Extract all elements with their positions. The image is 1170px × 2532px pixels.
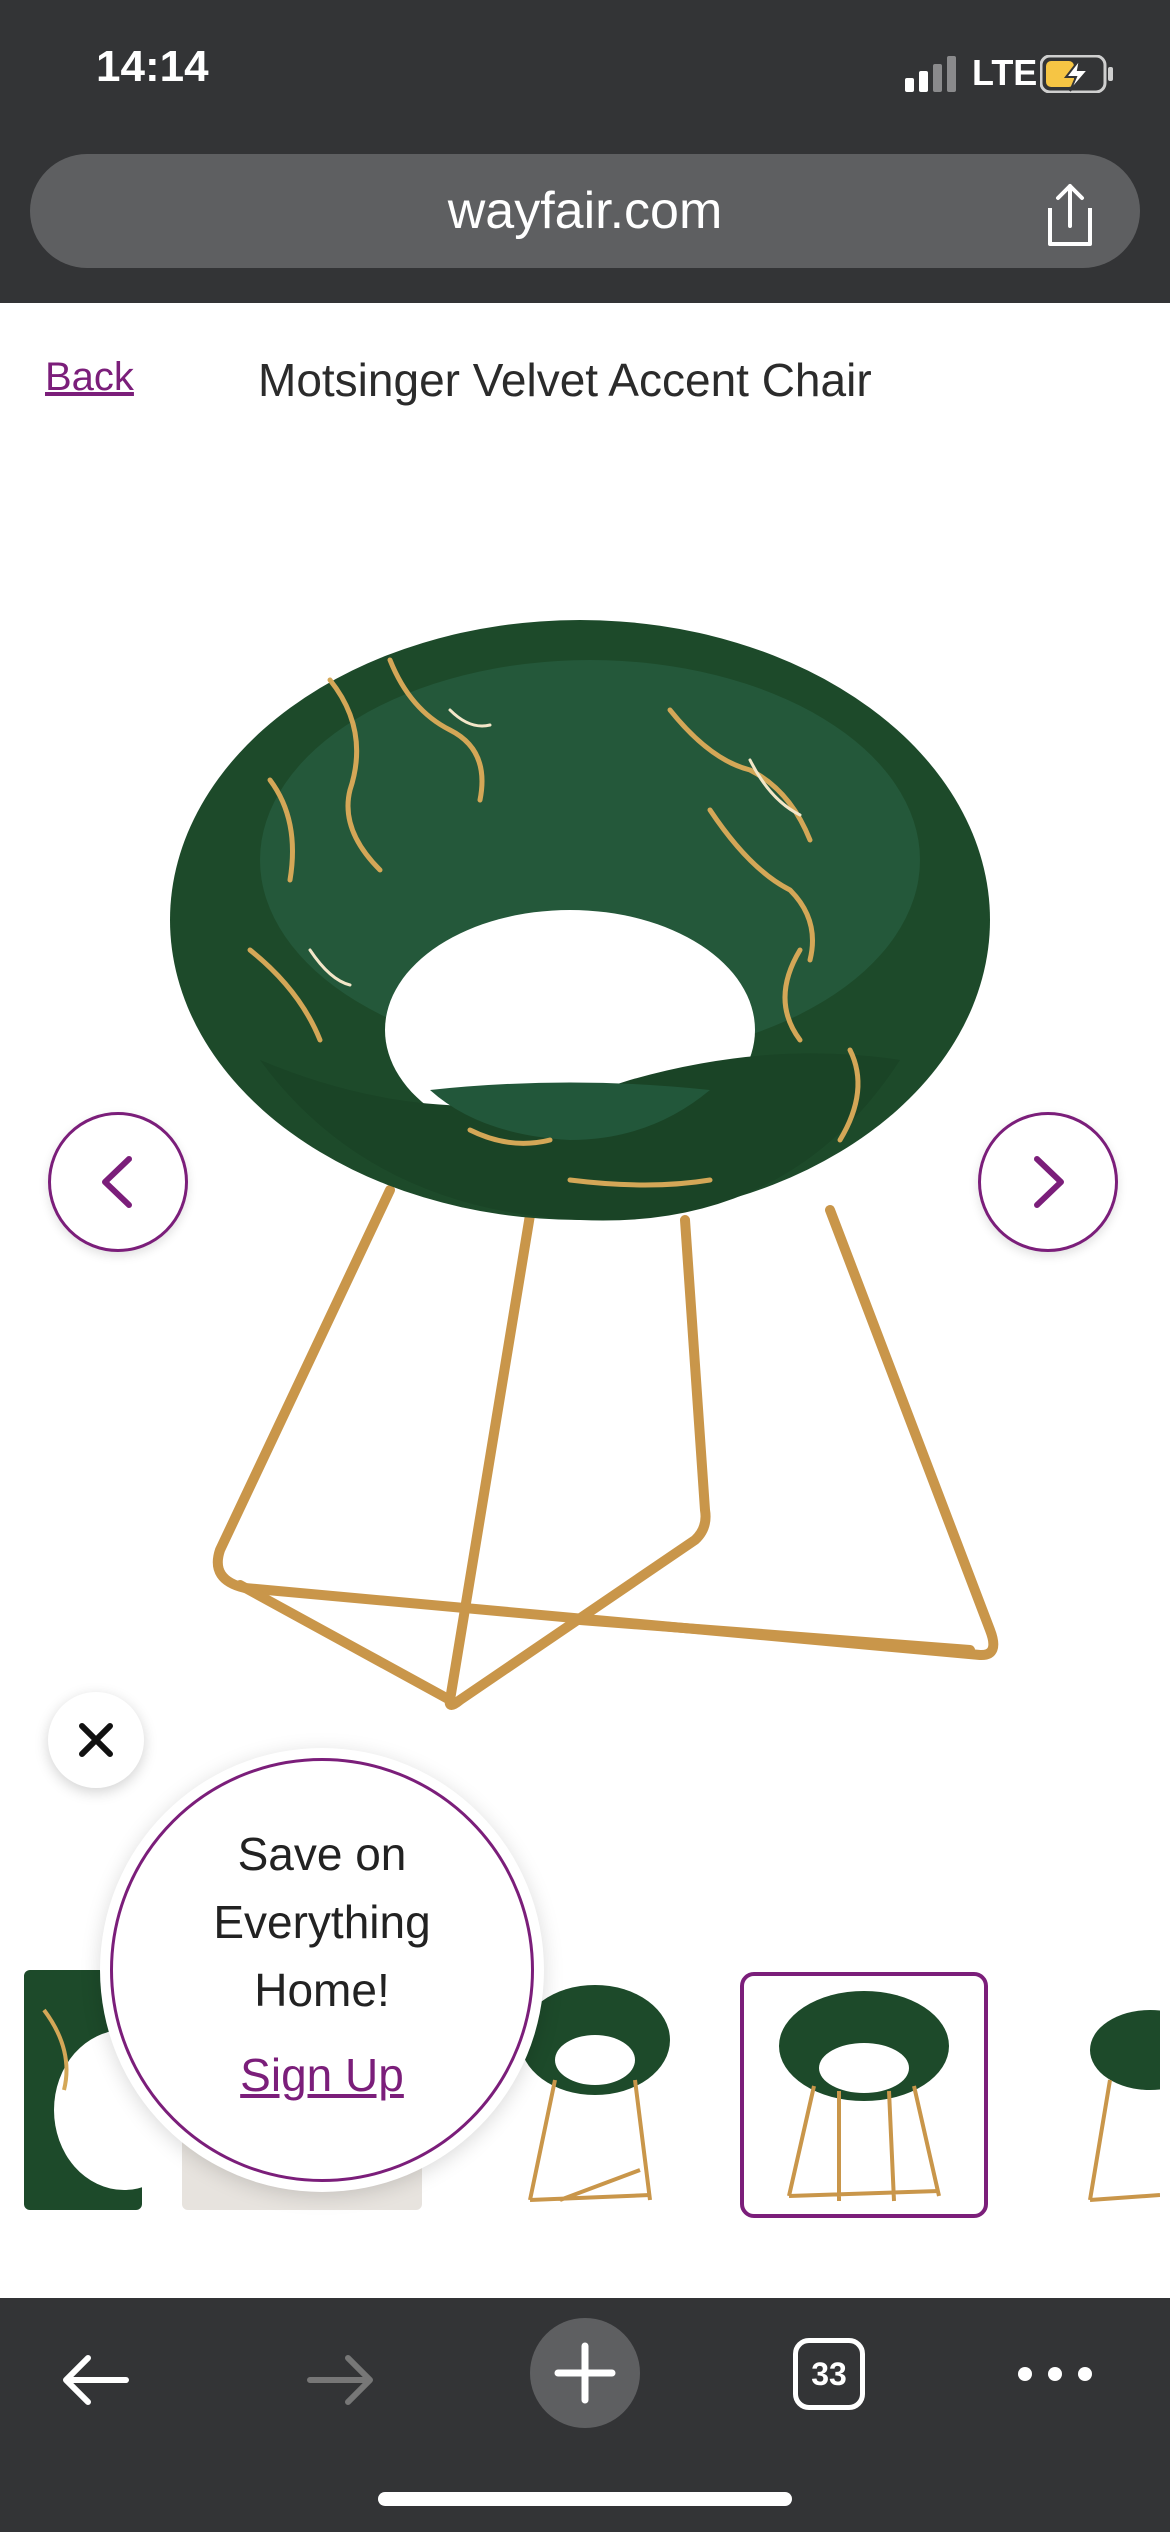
thumbnail-selected[interactable] bbox=[740, 1972, 988, 2218]
sign-up-link[interactable]: Sign Up bbox=[100, 2048, 544, 2102]
previous-image-button[interactable] bbox=[48, 1112, 188, 1252]
back-link[interactable]: Back bbox=[45, 355, 134, 400]
home-indicator bbox=[378, 2492, 792, 2506]
chevron-left-icon bbox=[102, 1156, 132, 1208]
more-icon[interactable] bbox=[1010, 2354, 1100, 2394]
tabs-button[interactable]: 33 bbox=[793, 2338, 865, 2410]
promo-line: Home! bbox=[254, 1964, 390, 2016]
status-time: 14:14 bbox=[96, 42, 209, 91]
tabs-count: 33 bbox=[811, 2356, 847, 2392]
share-icon[interactable] bbox=[1040, 180, 1100, 250]
chevron-right-icon bbox=[1034, 1156, 1064, 1208]
promo-line: Save on bbox=[237, 1828, 407, 1880]
signup-promo: Save on Everything Home! Sign Up bbox=[100, 1748, 544, 2192]
network-label: LTE bbox=[972, 52, 1038, 93]
page-header: Back Motsinger Velvet Accent Chair bbox=[0, 303, 1170, 453]
back-arrow-icon[interactable] bbox=[56, 2340, 136, 2420]
promo-line: Everything bbox=[213, 1896, 431, 1948]
close-promo-button[interactable] bbox=[48, 1692, 144, 1788]
status-bar: 14:14 LTE bbox=[0, 0, 1170, 150]
thumbnail[interactable] bbox=[1070, 1970, 1170, 2210]
address-bar[interactable]: wayfair.com bbox=[30, 154, 1140, 268]
next-image-button[interactable] bbox=[978, 1112, 1118, 1252]
new-tab-button[interactable] bbox=[530, 2318, 640, 2428]
url-text: wayfair.com bbox=[447, 182, 723, 240]
promo-message: Save on Everything Home! bbox=[100, 1820, 544, 2024]
plus-icon bbox=[554, 2342, 616, 2404]
product-image[interactable] bbox=[150, 620, 1010, 1740]
close-icon bbox=[79, 1723, 113, 1757]
page-title: Motsinger Velvet Accent Chair bbox=[258, 354, 872, 406]
browser-url-area: wayfair.com bbox=[0, 150, 1170, 303]
forward-arrow-icon[interactable] bbox=[300, 2340, 380, 2420]
signal-icon bbox=[905, 56, 956, 92]
battery-charging-icon bbox=[1040, 55, 1113, 93]
